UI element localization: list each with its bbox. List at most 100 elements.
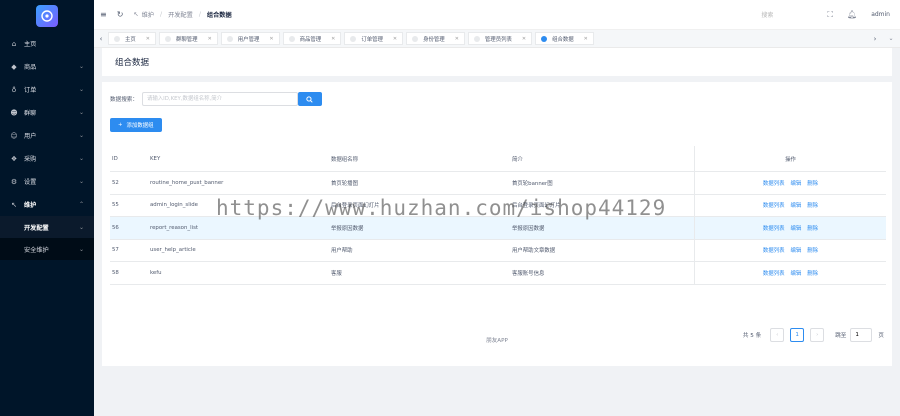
data-list-link[interactable]: 数据列表 [763,201,785,209]
sidebar: ⌂ 主页 ◆ 商品 ⌄ ♁ 订单 ⌄ ☻ 群聊 ⌄ ☺ 用户 ⌄ ❖ 采购 ⌄ ⚙ 设置 ⌄ ↖ 维护 ⌃ 开发配置 ⌄ 安全维护… [0,0,94,416]
sidebar-item[interactable]: ☺ 用户 ⌄ [0,124,94,147]
tab-label: 管理员列表 [484,36,512,43]
refresh-icon[interactable]: ↻ [117,10,124,19]
tab-dot-icon [114,35,120,42]
tab[interactable]: 组合数据 ✕ [535,32,594,45]
chevron-down-icon: ⌄ [78,155,84,162]
sidebar-subitem-label: 安全维护 [24,246,49,254]
tab[interactable]: 订单管理 ✕ [344,32,404,45]
col-desc-header: 简介 [512,156,523,163]
users-icon: ☻ [10,108,18,117]
tabs-menu-icon[interactable]: ⌄ [882,35,900,42]
data-list-link[interactable]: 数据列表 [763,224,785,232]
data-list-link[interactable]: 数据列表 [763,246,785,254]
table-row[interactable]: 57 user_help_article 用户帮助 用户帮助文章数据 数据列表 编辑 删除 [110,239,886,262]
tabs-next-icon[interactable]: › [868,35,882,43]
add-group-button[interactable]: + 添加数据组 [110,118,162,132]
tab[interactable]: 主页 ✕ [108,32,156,45]
cell-key: kefu [150,269,162,276]
tab[interactable]: 用户管理 ✕ [220,32,280,45]
close-icon[interactable]: ✕ [455,36,459,42]
edit-link[interactable]: 编辑 [790,246,801,254]
sidebar-item-label: 订单 [24,87,37,94]
delete-link[interactable]: 删除 [807,224,818,232]
table-row[interactable]: 56 report_reason_list 举报原因数据 举报原因数据 数据列表 编辑 删除 [110,217,886,240]
sidebar-item-label: 采购 [24,156,37,163]
col-key-header: KEY [150,155,161,162]
tab-label: 商品管理 [299,36,322,43]
sidebar-subitem[interactable]: 开发配置 ⌄ [0,216,94,238]
cell-actions: 数据列表 编辑 删除 [694,172,886,194]
delete-link[interactable]: 删除 [807,179,818,187]
breadcrumb-item[interactable]: 维护 [142,10,154,19]
sidebar-item-label: 维护 [24,202,37,209]
edit-link[interactable]: 编辑 [790,179,801,187]
sidebar-subitem[interactable]: 安全维护 ⌄ [0,238,94,260]
tab[interactable]: 商品管理 ✕ [282,32,342,45]
col-op-header: 操作 [694,146,886,171]
table-row[interactable]: 58 kefu 客服 客服账号信息 数据列表 编辑 删除 [110,262,886,285]
delete-link[interactable]: 删除 [807,269,818,277]
footer-text: 朋友APP [486,338,508,344]
breadcrumb-item[interactable]: 开发配置 [168,10,193,19]
cell-id: 55 [112,202,119,209]
data-table: ID KEY 数据组名称 简介 操作 52 routine_home_pust_b… [110,146,886,285]
logo[interactable] [0,0,94,32]
edit-link[interactable]: 编辑 [790,224,801,232]
header-search[interactable]: 搜索 [761,10,773,19]
cell-id: 58 [112,269,119,276]
close-icon[interactable]: ✕ [522,36,526,42]
tab-label: 主页 [125,36,136,43]
bell-icon[interactable]: 🔔︎ [847,10,857,19]
tab[interactable]: 群聊管理 ✕ [159,32,218,45]
sidebar-item[interactable]: ↖ 维护 ⌃ [0,193,94,216]
search-input[interactable] [141,92,298,106]
tab[interactable]: 身份管理 ✕ [406,32,465,45]
close-icon[interactable]: ✕ [269,36,273,42]
chevron-down-icon: ⌄ [78,132,84,139]
table-row[interactable]: 55 admin_login_slide 后台登录页面幻灯片 后台登录页面幻灯片 数据列… [110,194,886,217]
menu-toggle-icon[interactable]: ≡ [100,10,107,19]
delete-link[interactable]: 删除 [807,246,818,254]
table-header: ID KEY 数据组名称 简介 操作 [110,146,886,172]
cell-id: 56 [112,224,119,231]
sidebar-item[interactable]: ❖ 采购 ⌄ [0,147,94,170]
tab[interactable]: 管理员列表 ✕ [467,32,533,45]
breadcrumb-current: 组合数据 [206,12,232,19]
sidebar-item[interactable]: ♁ 订单 ⌄ [0,78,94,101]
data-list-link[interactable]: 数据列表 [763,179,785,187]
cell-name: 用户帮助 [331,248,353,255]
add-group-label: 添加数据组 [126,123,154,129]
chevron-up-icon: ⌃ [78,201,84,208]
tab-label: 群聊管理 [176,36,198,43]
search-button[interactable] [297,92,322,106]
sidebar-item[interactable]: ⌂ 主页 [0,32,94,55]
cell-actions: 数据列表 编辑 删除 [694,262,886,284]
tab-dot-icon [165,35,171,42]
tabs-bar: ‹ 主页 ✕ 群聊管理 ✕ 用户管理 ✕ 商品管理 ✕ 订单管理 ✕ 身份管理 ✕ 管理员列表 ✕ 组合数据… [94,30,900,48]
breadcrumb: ↖ 维护 / 开发配置 / 组合数据 [133,10,231,19]
close-icon[interactable]: ✕ [393,36,397,42]
table-row[interactable]: 52 routine_home_pust_banner 首页轮播图 首页轮banner… [110,172,886,195]
cell-desc: 后台登录页面幻灯片 [512,203,561,210]
cell-id: 52 [112,179,119,186]
delete-link[interactable]: 删除 [807,201,818,209]
edit-link[interactable]: 编辑 [790,201,801,209]
col-id-header: ID [112,155,118,162]
data-card: 数据搜索： + 添加数据组 ID KEY 数据组名称 简介 操作 52 routi… [102,82,892,366]
user-name[interactable]: admin [871,11,890,18]
sidebar-item[interactable]: ◆ 商品 ⌄ [0,55,94,78]
sidebar-item[interactable]: ⚙ 设置 ⌄ [0,170,94,193]
sidebar-submenu: 开发配置 ⌄ 安全维护 ⌄ [0,216,94,260]
close-icon[interactable]: ✕ [584,36,588,42]
sidebar-item[interactable]: ☻ 群聊 ⌄ [0,101,94,124]
data-list-link[interactable]: 数据列表 [763,269,785,277]
close-icon[interactable]: ✕ [208,36,212,42]
tabs-prev-icon[interactable]: ‹ [94,35,108,43]
cell-id: 57 [112,247,119,254]
fullscreen-icon[interactable]: ⛶ [827,10,833,20]
close-icon[interactable]: ✕ [146,36,150,42]
close-icon[interactable]: ✕ [331,36,335,42]
edit-link[interactable]: 编辑 [790,269,801,277]
user-icon: ☺ [10,131,18,140]
